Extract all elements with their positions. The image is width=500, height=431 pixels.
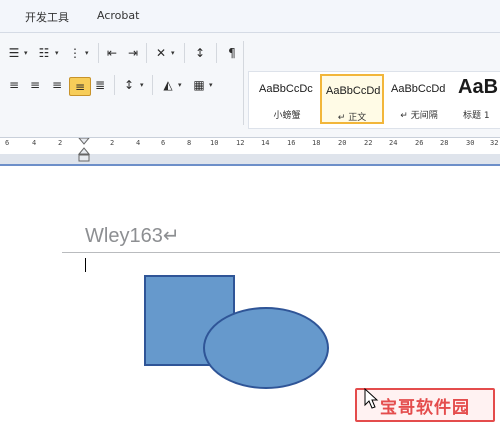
watermark-text: 宝哥软件园 (380, 397, 470, 418)
chinese-layout-icon[interactable]: ✕ (153, 46, 169, 60)
style-tile-normal[interactable]: AaBbCcDd ↵ 正文 (320, 74, 384, 124)
line-spacing-icon[interactable]: ↕ (121, 78, 137, 92)
align-right-icon[interactable]: ≡ (49, 78, 65, 92)
indent-markers-icon[interactable] (77, 138, 91, 162)
style-tile-heading-1[interactable]: AaB 标题 1 (455, 74, 500, 124)
ruler-number: 6 (161, 139, 166, 147)
ruler-number: 24 (389, 139, 398, 147)
ruler-number: 2 (110, 139, 115, 147)
ruler-number: 32 (490, 139, 499, 147)
ribbon: ☰ ▾ ☷ ▾ ⋮ ▾ ⇤ ⇥ ✕ ▾ ↕ ¶ ≡ ≡ ≡ ≡ ≣ ↕ ▾ ◭ … (0, 33, 500, 157)
style-sample: AaB (458, 76, 499, 98)
ruler-number: 6 (5, 139, 10, 147)
ruler-number: 14 (261, 139, 270, 147)
justify-icon[interactable]: ≡ (69, 77, 91, 96)
mouse-pointer-icon (364, 388, 379, 409)
ruler-number: 10 (210, 139, 219, 147)
style-name: 小螃蟹 (273, 111, 301, 121)
ruler-number: 16 (287, 139, 296, 147)
separator (146, 43, 147, 63)
distribute-icon[interactable]: ≣ (92, 78, 108, 92)
separator (184, 43, 185, 63)
borders-dropdown-icon[interactable]: ▾ (209, 81, 213, 89)
borders-icon[interactable]: ▦ (191, 78, 207, 92)
ruler-number: 2 (58, 139, 63, 147)
ruler-number: 28 (440, 139, 449, 147)
ruler-number: 30 (466, 139, 475, 147)
separator (98, 43, 99, 63)
ruler-number: 20 (338, 139, 347, 147)
multilevel-list-icon[interactable]: ⋮ (67, 46, 83, 60)
style-name: 标题 1 (463, 111, 490, 121)
style-sample: AaBbCcDd (326, 85, 381, 97)
tab-acrobat[interactable]: Acrobat (97, 9, 139, 22)
increase-indent-icon[interactable]: ⇥ (125, 46, 141, 60)
chinese-layout-dropdown-icon[interactable]: ▾ (171, 49, 175, 57)
align-center-icon[interactable]: ≡ (27, 78, 43, 92)
style-tile-xiaopangxie[interactable]: AaBbCcDc 小螃蟹 (255, 74, 319, 124)
ruler-number: 4 (136, 139, 141, 147)
ruler-number: 18 (312, 139, 321, 147)
separator (114, 75, 115, 95)
style-sample: AaBbCcDc (259, 83, 313, 95)
show-formatting-icon[interactable]: ¶ (224, 46, 240, 60)
style-sample: AaBbCcDd (391, 83, 446, 95)
separator (152, 75, 153, 95)
menu-bar: 开发工具 Acrobat (0, 0, 500, 33)
bullets-dropdown-icon[interactable]: ▾ (24, 49, 28, 57)
bullets-icon[interactable]: ☰ (6, 46, 22, 60)
separator (216, 43, 217, 63)
ruler-number: 22 (364, 139, 373, 147)
ruler-number: 8 (187, 139, 192, 147)
styles-gallery: AaBbCcDc 小螃蟹 AaBbCcDd ↵ 正文 AaBbCcDd ↵ 无间… (248, 71, 500, 129)
style-name: ↵ 无间隔 (400, 111, 438, 121)
ruler-number: 26 (415, 139, 424, 147)
line-spacing-dropdown-icon[interactable]: ▾ (140, 81, 144, 89)
tab-developer[interactable]: 开发工具 (25, 9, 69, 25)
separator (243, 41, 244, 125)
align-left-icon[interactable]: ≡ (6, 78, 22, 92)
multilevel-dropdown-icon[interactable]: ▾ (85, 49, 89, 57)
numbering-icon[interactable]: ☷ (36, 46, 52, 60)
shading-dropdown-icon[interactable]: ▾ (178, 81, 182, 89)
ruler-number: 4 (32, 139, 37, 147)
ruler-number: 12 (236, 139, 245, 147)
numbering-dropdown-icon[interactable]: ▾ (55, 49, 59, 57)
style-tile-no-spacing[interactable]: AaBbCcDd ↵ 无间隔 (387, 74, 451, 124)
ellipse-shape[interactable] (203, 307, 329, 389)
sort-icon[interactable]: ↕ (192, 46, 208, 60)
ruler-strip (0, 138, 500, 154)
decrease-indent-icon[interactable]: ⇤ (104, 46, 120, 60)
shading-icon[interactable]: ◭ (160, 78, 176, 92)
style-name: ↵ 正文 (337, 113, 367, 123)
horizontal-ruler: 6 4 2 2 4 6 8 10 12 14 16 18 20 22 24 26… (0, 138, 500, 166)
